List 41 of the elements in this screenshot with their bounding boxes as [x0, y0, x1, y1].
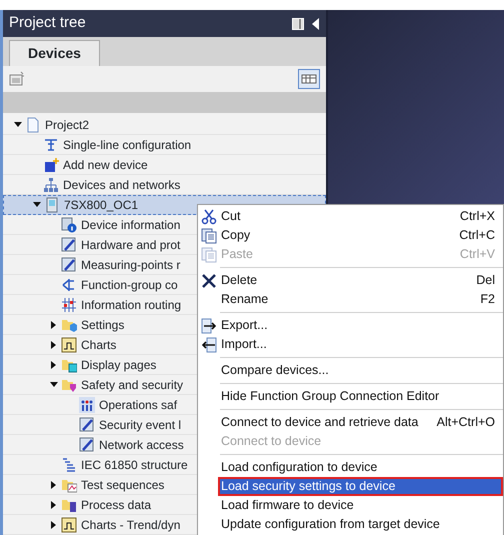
chart-icon [61, 336, 77, 352]
devices-tab[interactable]: Devices [9, 40, 100, 66]
menu-item[interactable]: Load security settings to device [218, 477, 503, 496]
export-icon [200, 318, 218, 334]
view-toggle-icon[interactable] [298, 68, 320, 89]
panel-title: Project tree [9, 13, 87, 34]
expanded-caret-icon[interactable] [14, 120, 22, 128]
expanded-caret-icon[interactable] [33, 201, 41, 209]
device-info-icon [61, 216, 77, 232]
tree-item[interactable]: Add new device [3, 155, 326, 175]
pencil-icon [61, 256, 77, 272]
line-diagram-icon [43, 136, 59, 152]
copy-icon [200, 246, 218, 262]
pencil-icon [79, 436, 95, 452]
device-icon [44, 197, 60, 213]
structure-icon [61, 456, 77, 472]
import-icon [200, 336, 218, 352]
connector-icon [61, 276, 77, 292]
routing-grid-icon [61, 296, 77, 312]
tree-item[interactable]: Single-line configuration [3, 135, 326, 155]
collapse-icon[interactable] [312, 18, 320, 30]
collapsed-caret-icon[interactable] [50, 480, 58, 488]
toolbar-icon[interactable] [9, 70, 25, 87]
document-icon [25, 116, 41, 132]
collapsed-caret-icon[interactable] [50, 500, 58, 508]
pencil-icon [61, 236, 77, 252]
delete-icon [200, 272, 218, 288]
expanded-caret-icon[interactable] [50, 380, 58, 388]
collapsed-caret-icon[interactable] [50, 320, 58, 328]
panel-layout-icon[interactable] [292, 18, 304, 30]
people-icon [79, 396, 95, 412]
collapsed-caret-icon[interactable] [50, 520, 58, 528]
chart-icon [61, 516, 77, 532]
tree-item[interactable]: Project2 [3, 115, 326, 135]
new-device-icon [43, 156, 59, 172]
collapsed-caret-icon[interactable] [50, 340, 58, 348]
pencil-icon [79, 416, 95, 432]
collapsed-caret-icon[interactable] [50, 360, 58, 368]
scissors-icon [200, 208, 218, 224]
copy-icon [200, 228, 218, 244]
network-icon [43, 176, 59, 192]
